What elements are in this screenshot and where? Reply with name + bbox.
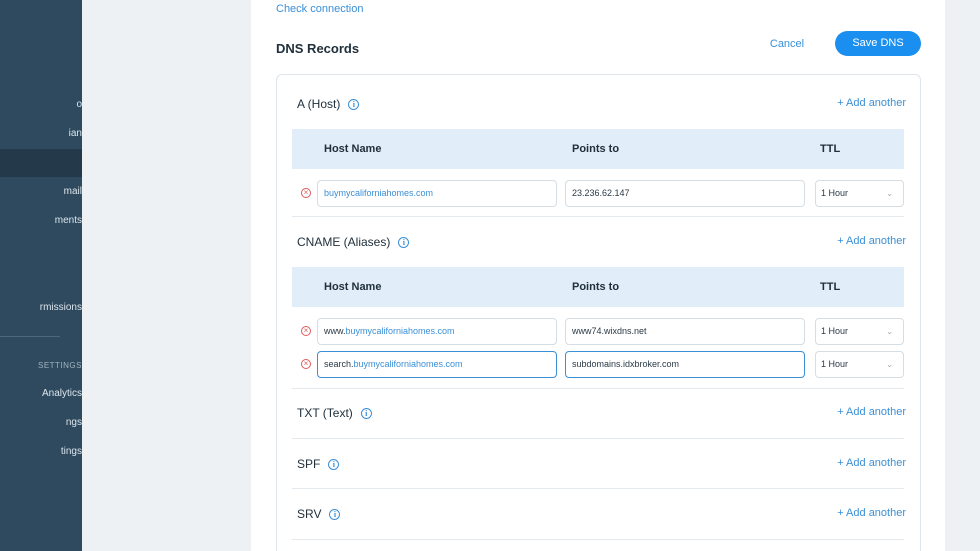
section-divider — [292, 539, 904, 540]
ttl-select[interactable]: 1 Hour ⌄ — [815, 318, 904, 345]
sidebar-item[interactable]: mail — [0, 178, 82, 206]
sidebar-item-label: tings — [60, 446, 82, 457]
section-title-srv: SRV i — [297, 507, 341, 521]
cancel-button[interactable]: Cancel — [757, 34, 817, 54]
section-title-cname: CNAME (Aliases) i — [297, 235, 410, 249]
sidebar-divider — [0, 336, 60, 337]
section-title-txt: TXT (Text) i — [297, 406, 372, 420]
info-icon[interactable]: i — [398, 237, 410, 248]
column-ttl: TTL — [820, 143, 841, 155]
points-to-input[interactable]: www74.wixdns.net — [565, 318, 805, 345]
add-another-a-link[interactable]: + Add another — [826, 97, 906, 109]
section-title-label: CNAME (Aliases) — [297, 235, 391, 249]
sidebar: o ian mail ments rmissions SETTINGS Anal… — [0, 0, 82, 551]
page-title: DNS Records — [276, 41, 360, 56]
add-another-txt-link[interactable]: + Add another — [826, 406, 906, 418]
section-title-label: SPF — [297, 457, 321, 471]
host-domain: buymycaliforniahomes.com — [324, 188, 434, 198]
sidebar-item[interactable]: rmissions — [0, 294, 82, 322]
host-name-input[interactable]: buymycaliforniahomes.com — [317, 180, 557, 207]
points-to-input[interactable]: 23.236.62.147 — [565, 180, 805, 207]
chevron-down-icon: ⌄ — [886, 327, 893, 336]
info-icon[interactable]: i — [360, 408, 372, 419]
remove-circle-icon[interactable]: × — [301, 359, 311, 369]
sidebar-item[interactable]: Analytics — [0, 380, 82, 408]
host-domain: buymycaliforniahomes.com — [353, 359, 463, 369]
section-title-label: SRV — [297, 507, 322, 521]
host-name-input[interactable]: search.buymycaliforniahomes.com — [317, 351, 557, 378]
remove-circle-icon[interactable]: × — [301, 188, 311, 198]
add-another-cname-link[interactable]: + Add another — [826, 235, 906, 247]
section-divider — [292, 388, 904, 389]
column-host-name: Host Name — [324, 281, 382, 293]
ttl-select[interactable]: 1 Hour ⌄ — [815, 180, 904, 207]
column-ttl: TTL — [820, 281, 841, 293]
ttl-select[interactable]: 1 Hour ⌄ — [815, 351, 904, 378]
host-prefix: search. — [324, 359, 354, 369]
ttl-value: 1 Hour — [821, 359, 849, 369]
info-icon[interactable]: i — [348, 99, 360, 110]
sidebar-item-label: ments — [54, 215, 82, 226]
section-divider — [292, 216, 904, 217]
sidebar-item-label: mail — [63, 186, 82, 197]
save-dns-button[interactable]: Save DNS — [835, 31, 921, 56]
chevron-down-icon: ⌄ — [886, 189, 893, 198]
add-another-spf-link[interactable]: + Add another — [826, 457, 906, 469]
column-points-to: Points to — [572, 281, 620, 293]
section-divider — [292, 438, 904, 439]
sidebar-item-label: ian — [68, 128, 82, 139]
ttl-value: 1 Hour — [821, 188, 849, 198]
remove-circle-icon[interactable]: × — [301, 326, 311, 336]
sidebar-item[interactable]: ngs — [0, 409, 82, 437]
table-header: Host Name Points to TTL — [292, 267, 904, 307]
sidebar-item-label: Analytics — [41, 388, 82, 399]
info-icon[interactable]: i — [329, 509, 341, 520]
check-connection-link[interactable]: Check connection — [276, 3, 363, 15]
sidebar-item-label: ngs — [65, 417, 82, 428]
sidebar-section-title: SETTINGS — [37, 361, 82, 370]
column-points-to: Points to — [572, 143, 620, 155]
sidebar-item[interactable]: o — [0, 91, 82, 119]
sidebar-item[interactable]: ments — [0, 207, 82, 235]
chevron-down-icon: ⌄ — [886, 360, 893, 369]
sidebar-item[interactable]: ian — [0, 120, 82, 148]
section-divider — [292, 488, 904, 489]
section-title-a-host: A (Host) i — [297, 97, 360, 111]
host-domain: buymycaliforniahomes.com — [345, 326, 455, 336]
add-another-srv-link[interactable]: + Add another — [826, 507, 906, 519]
host-prefix: www. — [324, 326, 346, 336]
info-icon[interactable]: i — [328, 459, 340, 470]
column-host-name: Host Name — [324, 143, 382, 155]
host-name-input[interactable]: www.buymycaliforniahomes.com — [317, 318, 557, 345]
ttl-value: 1 Hour — [821, 326, 849, 336]
sidebar-item-label: rmissions — [39, 302, 82, 313]
section-title-label: A (Host) — [297, 97, 341, 111]
points-to-input[interactable]: subdomains.idxbroker.com — [565, 351, 805, 378]
table-header: Host Name Points to TTL — [292, 129, 904, 169]
sidebar-item-dns-active[interactable] — [0, 149, 82, 177]
section-title-label: TXT (Text) — [297, 406, 353, 420]
section-title-spf: SPF i — [297, 457, 340, 471]
sidebar-item[interactable]: tings — [0, 438, 82, 466]
